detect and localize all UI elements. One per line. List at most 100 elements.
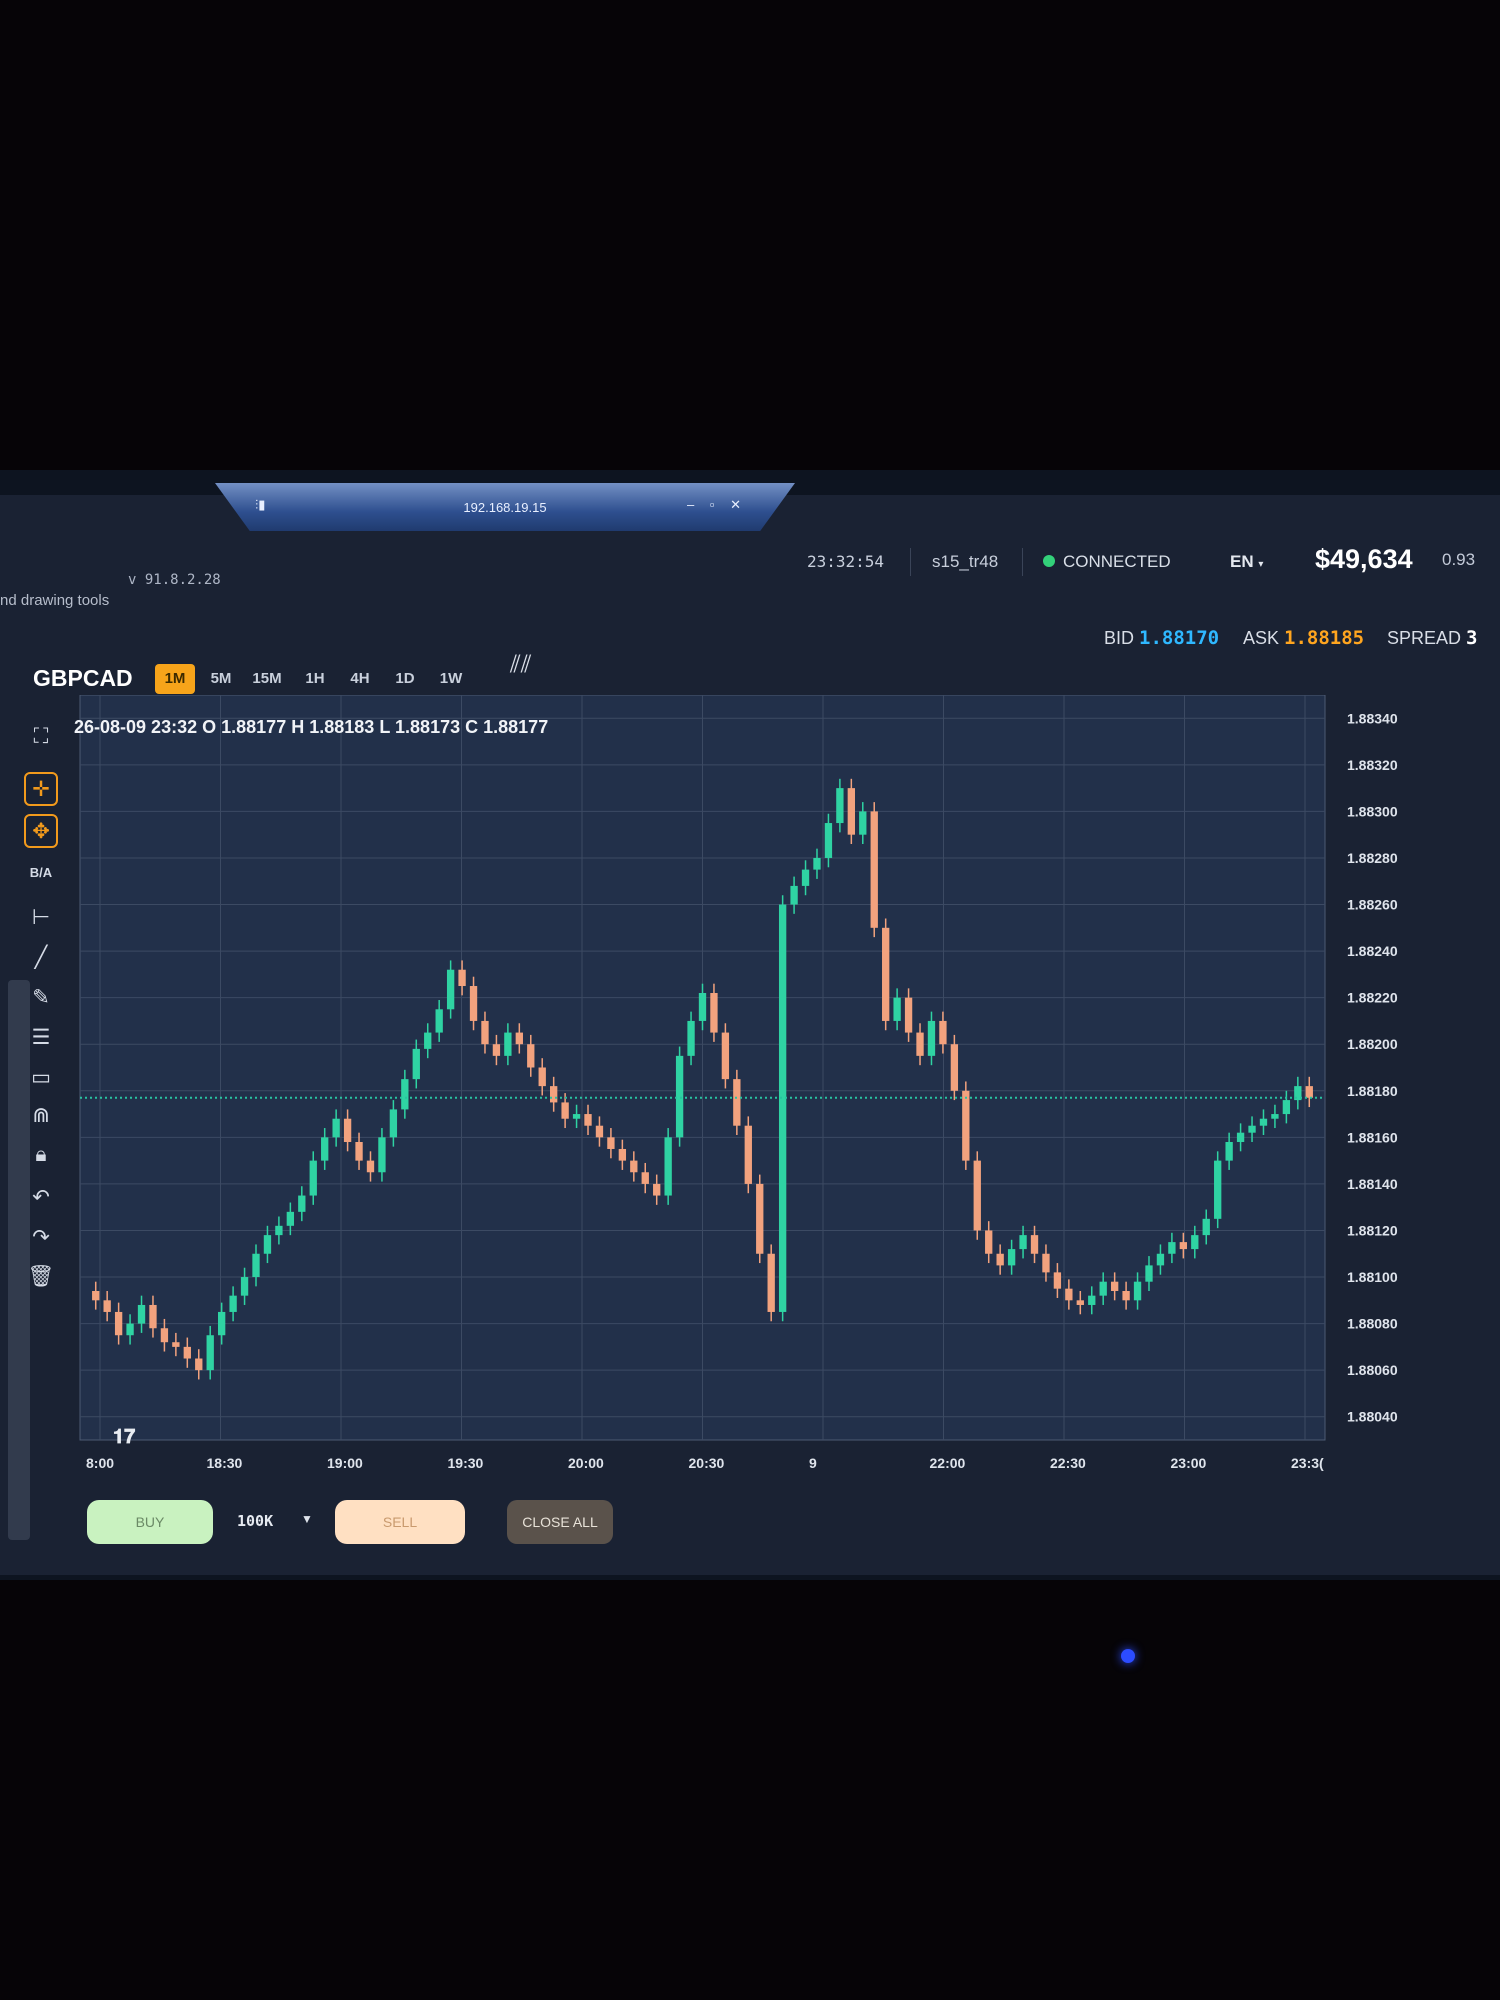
tf-1w[interactable]: 1W xyxy=(434,664,468,694)
fullscreen-icon[interactable]: ⛶ xyxy=(24,720,58,754)
crosshair-icon[interactable]: ✛ xyxy=(24,772,58,806)
tf-5m[interactable]: 5M xyxy=(204,664,238,694)
x-tick-label: 23:00 xyxy=(1171,1455,1207,1471)
candle-body xyxy=(561,1102,569,1119)
candle-body xyxy=(286,1211,295,1226)
candle-body xyxy=(492,1044,501,1056)
x-tick-label: 8:00 xyxy=(86,1455,114,1471)
horizontal-line-icon[interactable]: ⊢ xyxy=(24,900,58,934)
ohlc-c-label: C xyxy=(465,717,479,737)
candle-body xyxy=(653,1183,661,1196)
candle-body xyxy=(126,1323,134,1336)
candle-body xyxy=(538,1067,546,1087)
x-tick-label: 22:00 xyxy=(930,1455,966,1471)
ask-quote: ASK 1.88185 xyxy=(1243,627,1364,649)
candle-body xyxy=(149,1304,157,1329)
candles-icon[interactable]: ⫽⫽ xyxy=(510,651,531,679)
chevron-down-icon: ▾ xyxy=(1258,559,1264,570)
candle-body xyxy=(836,788,844,824)
candle-body xyxy=(778,904,787,1312)
sell-button[interactable]: SELL xyxy=(335,1500,465,1544)
candle-body xyxy=(1042,1253,1050,1273)
candle-body xyxy=(790,885,798,905)
trend-line-icon[interactable]: ╱ xyxy=(24,940,58,974)
tf-1m[interactable]: 1M xyxy=(155,664,195,694)
close-all-button[interactable]: CLOSE ALL xyxy=(507,1500,613,1544)
candle-body xyxy=(630,1160,638,1173)
candle-body xyxy=(1145,1265,1153,1282)
ohlc-h-label: H xyxy=(291,717,305,737)
candle-body xyxy=(263,1235,272,1254)
candle-body xyxy=(1156,1253,1165,1266)
magnet-icon[interactable]: ⋒ xyxy=(24,1098,58,1132)
candle-body xyxy=(1248,1125,1256,1133)
username: s15_tr48 xyxy=(932,552,999,571)
language-select[interactable]: EN ▾ xyxy=(1230,552,1263,572)
tf-1d[interactable]: 1D xyxy=(390,664,420,694)
pencil-icon[interactable]: ✎ xyxy=(24,980,58,1014)
candle-body xyxy=(675,1055,684,1138)
redo-icon[interactable]: ↷ xyxy=(24,1220,58,1254)
candle-body xyxy=(721,1032,730,1080)
candle-body xyxy=(1076,1300,1084,1305)
candle-body xyxy=(584,1114,592,1126)
candle-body xyxy=(229,1295,237,1312)
y-tick-label: 1.88100 xyxy=(1347,1269,1398,1285)
candle-body xyxy=(1236,1132,1245,1142)
price-chart[interactable]: 1.88340 1.88320 1.88300 1.88280 1.88260 1.882… xyxy=(60,694,1445,1485)
remote-desktop-bar[interactable]: ⫶▮ 192.168.19.15 – ▫ ✕ xyxy=(215,483,795,531)
tf-4h[interactable]: 4H xyxy=(345,664,375,694)
x-tick-label: 20:00 xyxy=(568,1455,604,1471)
candle-body xyxy=(206,1335,214,1371)
candle-body xyxy=(515,1032,523,1045)
candle-body xyxy=(275,1225,283,1236)
candle-body xyxy=(160,1328,169,1343)
quantity-select[interactable]: 100K xyxy=(237,1512,273,1530)
buy-button[interactable]: BUY xyxy=(87,1500,213,1544)
fib-levels-icon[interactable]: ☰ xyxy=(24,1020,58,1054)
candle-body xyxy=(1282,1100,1291,1115)
lock-icon[interactable]: 🔒︎ xyxy=(24,1138,58,1172)
bid-label: BID xyxy=(1104,628,1135,648)
x-tick-label: 22:30 xyxy=(1050,1455,1086,1471)
candle-body xyxy=(882,927,890,1021)
candle-body xyxy=(1225,1142,1233,1161)
candle-body xyxy=(1191,1235,1199,1250)
remote-host: 192.168.19.15 xyxy=(463,499,547,515)
y-tick-label: 1.88260 xyxy=(1347,897,1398,913)
candle-body xyxy=(527,1044,535,1068)
x-tick-label: 23:3( xyxy=(1291,1455,1324,1471)
candle-body xyxy=(412,1048,420,1080)
candle-body xyxy=(1305,1086,1313,1098)
ohlc-h: 1.88183 xyxy=(309,717,375,737)
tradingview-logo: 𝟏𝟕 xyxy=(113,1426,136,1448)
tf-1h[interactable]: 1H xyxy=(300,664,330,694)
x-tick-label: 9 xyxy=(809,1455,817,1471)
balance-ratio: 0.93 xyxy=(1442,550,1476,569)
candle-body xyxy=(309,1160,317,1196)
candle-body xyxy=(343,1118,352,1142)
candle-body xyxy=(389,1109,398,1138)
candle-body xyxy=(401,1079,409,1110)
divider xyxy=(910,548,911,576)
candle-body xyxy=(985,1230,993,1254)
window-controls[interactable]: – ▫ ✕ xyxy=(687,497,747,513)
candle-body xyxy=(172,1342,180,1347)
y-tick-label: 1.88200 xyxy=(1347,1036,1398,1052)
candle-body xyxy=(595,1125,604,1138)
connection-label: CONNECTED xyxy=(1063,552,1171,571)
chevron-down-icon[interactable]: ▼ xyxy=(301,1512,313,1526)
trash-icon[interactable]: 🗑︎ xyxy=(24,1260,58,1294)
tf-15m[interactable]: 15M xyxy=(247,664,287,694)
candle-body xyxy=(1133,1281,1142,1301)
ohlc-l-label: L xyxy=(379,717,391,737)
power-led xyxy=(1121,1649,1135,1663)
candle-body xyxy=(378,1137,386,1173)
candle-body xyxy=(435,1009,443,1033)
candlestick-chart[interactable]: 1.88340 1.88320 1.88300 1.88280 1.88260 1.882… xyxy=(60,694,1445,1485)
undo-icon[interactable]: ↶ xyxy=(24,1180,58,1214)
move-icon[interactable]: ✥ xyxy=(24,814,58,848)
bid-ask-toggle[interactable]: B/A xyxy=(24,855,58,889)
rectangle-icon[interactable]: ▭ xyxy=(24,1060,58,1094)
symbol-name[interactable]: GBPCAD xyxy=(33,665,133,692)
